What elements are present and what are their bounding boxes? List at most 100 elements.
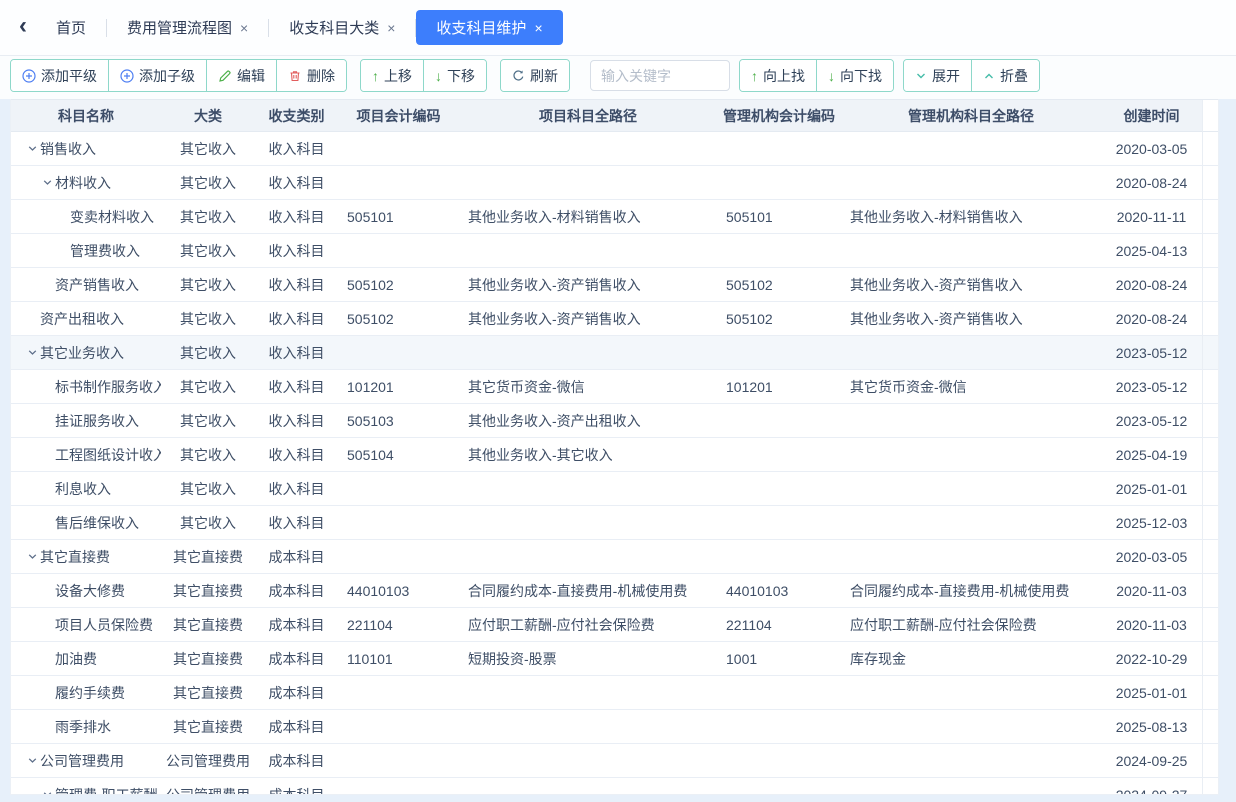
tab-subject-categories[interactable]: 收支科目大类 × <box>269 10 415 45</box>
tab-expense-flowchart[interactable]: 费用管理流程图 × <box>107 10 268 45</box>
income-expense-type-cell: 收入科目 <box>255 132 338 165</box>
mgmt-subject-path-cell: 其他业务收入-资产销售收入 <box>841 268 1101 301</box>
mgmt-subject-path-cell: 库存现金 <box>841 642 1101 675</box>
subject-name-cell: 资产出租收入 <box>11 302 161 335</box>
table-row[interactable]: 管理费-职工薪酬 公司管理费用 成本科目 2024-09-27 <box>11 778 1218 795</box>
table-row[interactable]: 变卖材料收入 其它收入 收入科目 505101 其他业务收入-材料销售收入 50… <box>11 200 1218 234</box>
arrow-up-icon: ↑ <box>751 69 758 83</box>
table-row[interactable]: 加油费 其它直接费 成本科目 110101 短期投资-股票 1001 库存现金 … <box>11 642 1218 676</box>
tab-home[interactable]: 首页 <box>36 10 106 45</box>
table-row[interactable]: 资产出租收入 其它收入 收入科目 505102 其他业务收入-资产销售收入 50… <box>11 302 1218 336</box>
mgmt-account-code-cell <box>717 132 841 165</box>
table-row[interactable]: 公司管理费用 公司管理费用 成本科目 2024-09-25 <box>11 744 1218 778</box>
chevron-down-icon[interactable] <box>39 789 55 795</box>
find-up-button[interactable]: ↑ 向上找 <box>740 60 817 91</box>
income-expense-type-cell: 成本科目 <box>255 574 338 607</box>
created-time-cell: 2023-05-12 <box>1101 370 1202 403</box>
scrollbar-gutter[interactable] <box>1202 100 1219 132</box>
move-up-button[interactable]: ↑ 上移 <box>361 60 424 91</box>
income-expense-type-cell: 收入科目 <box>255 472 338 505</box>
scrollbar-gutter <box>1202 404 1219 437</box>
table-row[interactable]: 管理费收入 其它收入 收入科目 2025-04-13 <box>11 234 1218 268</box>
subject-name-label: 管理费收入 <box>70 241 140 261</box>
table-row[interactable]: 项目人员保险费 其它直接费 成本科目 221104 应付职工薪酬-应付社会保险费… <box>11 608 1218 642</box>
created-time-cell: 2024-09-27 <box>1101 778 1202 795</box>
category-cell: 其它直接费 <box>161 608 255 641</box>
table-row[interactable]: 其它直接费 其它直接费 成本科目 2020-03-05 <box>11 540 1218 574</box>
subject-name-cell: 公司管理费用 <box>11 744 161 777</box>
project-account-code-cell <box>338 506 459 539</box>
chevron-down-icon[interactable] <box>24 551 40 562</box>
created-time-cell: 2020-11-03 <box>1101 608 1202 641</box>
subject-name-cell: 标书制作服务收入 <box>11 370 161 403</box>
subject-name-label: 挂证服务收入 <box>55 411 139 431</box>
expand-all-button[interactable]: 展开 <box>904 60 972 91</box>
chevron-down-icon[interactable] <box>39 177 55 188</box>
scrollbar-gutter <box>1202 438 1219 471</box>
project-account-code-cell <box>338 710 459 743</box>
tree-indent <box>11 250 54 251</box>
edit-button[interactable]: 编辑 <box>207 60 277 91</box>
find-down-button[interactable]: ↓ 向下找 <box>817 60 893 91</box>
income-expense-type-cell: 成本科目 <box>255 642 338 675</box>
mgmt-account-code-cell <box>717 472 841 505</box>
chevron-down-icon[interactable] <box>24 347 40 358</box>
add-child-button[interactable]: 添加子级 <box>109 60 207 91</box>
move-down-button[interactable]: ↓ 下移 <box>424 60 486 91</box>
table-row[interactable]: 售后维保收入 其它收入 收入科目 2025-12-03 <box>11 506 1218 540</box>
category-cell: 其它收入 <box>161 200 255 233</box>
table-row[interactable]: 工程图纸设计收入 其它收入 收入科目 505104 其他业务收入-其它收入 20… <box>11 438 1218 472</box>
scrollbar-gutter <box>1202 268 1219 301</box>
table-row[interactable]: 标书制作服务收入 其它收入 收入科目 101201 其它货币资金-微信 1012… <box>11 370 1218 404</box>
project-subject-path-cell <box>459 132 717 165</box>
subject-name-cell: 资产销售收入 <box>11 268 161 301</box>
close-icon[interactable]: × <box>240 20 248 36</box>
refresh-button[interactable]: 刷新 <box>501 60 569 91</box>
add-sibling-button[interactable]: 添加平级 <box>11 60 109 91</box>
tree-indent <box>11 726 39 727</box>
created-time-cell: 2023-05-12 <box>1101 404 1202 437</box>
subject-name-cell: 其它业务收入 <box>11 336 161 369</box>
subject-name-label: 设备大修费 <box>55 581 125 601</box>
subject-name-label: 公司管理费用 <box>40 751 124 771</box>
mgmt-account-code-cell: 505101 <box>717 200 841 233</box>
delete-button[interactable]: 删除 <box>277 60 346 91</box>
table-row[interactable]: 资产销售收入 其它收入 收入科目 505102 其他业务收入-资产销售收入 50… <box>11 268 1218 302</box>
mgmt-account-code-cell <box>717 506 841 539</box>
tree-indent <box>11 488 39 489</box>
subject-name-label: 利息收入 <box>55 479 111 499</box>
tab-label: 费用管理流程图 <box>127 17 232 38</box>
mgmt-subject-path-cell <box>841 710 1101 743</box>
mgmt-account-code-cell: 221104 <box>717 608 841 641</box>
mgmt-account-code-cell <box>717 166 841 199</box>
table-row[interactable]: 雨季排水 其它直接费 成本科目 2025-08-13 <box>11 710 1218 744</box>
scrollbar-gutter <box>1202 744 1219 777</box>
scrollbar-gutter <box>1202 540 1219 573</box>
tree-indent <box>11 386 39 387</box>
close-icon[interactable]: × <box>534 20 542 36</box>
table-row[interactable]: 利息收入 其它收入 收入科目 2025-01-01 <box>11 472 1218 506</box>
search-input[interactable] <box>590 60 730 91</box>
scrollbar-gutter <box>1202 132 1219 165</box>
chevron-down-icon[interactable] <box>24 755 40 766</box>
back-chevron-icon[interactable]: ‹ <box>10 14 36 42</box>
table-row[interactable]: 履约手续费 其它直接费 成本科目 2025-01-01 <box>11 676 1218 710</box>
tab-subject-maintenance[interactable]: 收支科目维护 × <box>416 10 562 45</box>
close-icon[interactable]: × <box>387 20 395 36</box>
scrollbar-gutter <box>1202 608 1219 641</box>
category-cell: 其它收入 <box>161 166 255 199</box>
project-account-code-cell: 505103 <box>338 404 459 437</box>
arrow-up-icon: ↑ <box>372 69 379 83</box>
table-row[interactable]: 挂证服务收入 其它收入 收入科目 505103 其他业务收入-资产出租收入 20… <box>11 404 1218 438</box>
table-row[interactable]: 销售收入 其它收入 收入科目 2020-03-05 <box>11 132 1218 166</box>
project-subject-path-cell <box>459 234 717 267</box>
scrollbar-gutter <box>1202 472 1219 505</box>
table-row[interactable]: 其它业务收入 其它收入 收入科目 2023-05-12 <box>11 336 1218 370</box>
category-cell: 其它直接费 <box>161 710 255 743</box>
collapse-all-button[interactable]: 折叠 <box>972 60 1039 91</box>
project-subject-path-cell <box>459 506 717 539</box>
table-row[interactable]: 材料收入 其它收入 收入科目 2020-08-24 <box>11 166 1218 200</box>
table-row[interactable]: 设备大修费 其它直接费 成本科目 44010103 合同履约成本-直接费用-机械… <box>11 574 1218 608</box>
crud-button-group: 添加平级 添加子级 编辑 删除 <box>10 59 347 92</box>
chevron-down-icon[interactable] <box>24 143 40 154</box>
